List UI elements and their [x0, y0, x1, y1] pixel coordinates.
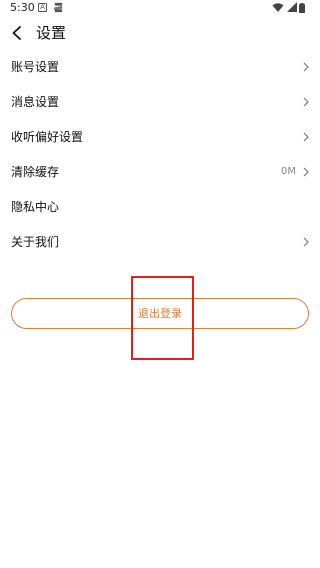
- chevron-right-icon: [303, 237, 309, 247]
- chevron-right-icon: [303, 167, 309, 177]
- logout-button[interactable]: 退出登录: [11, 298, 309, 329]
- chevron-right-icon: [303, 62, 309, 72]
- menu-item-label: 收听偏好设置: [11, 130, 84, 144]
- cache-size-value: 0M: [281, 166, 296, 177]
- wifi-icon: [272, 3, 284, 12]
- settings-menu: 账号设置 消息设置 收听偏好设置 清除缓存 0M 隐私中心 关于我们: [0, 50, 320, 260]
- menu-item-listening-preferences[interactable]: 收听偏好设置: [0, 120, 320, 155]
- menu-item-message-settings[interactable]: 消息设置: [0, 85, 320, 120]
- chevron-right-icon: [303, 132, 309, 142]
- signal-icon: [287, 2, 297, 12]
- menu-item-label: 账号设置: [11, 60, 60, 74]
- logout-label: 退出登录: [138, 307, 182, 320]
- chevron-right-icon: [303, 97, 309, 107]
- chevron-left-icon[interactable]: [10, 25, 24, 41]
- status-time: 5:30: [10, 1, 35, 14]
- stack-icon: [53, 2, 63, 13]
- menu-item-account-settings[interactable]: 账号设置: [0, 50, 320, 85]
- notification-a-icon: A: [38, 3, 47, 12]
- battery-icon: [299, 3, 305, 13]
- menu-item-label: 消息设置: [11, 95, 60, 109]
- menu-item-privacy-center[interactable]: 隐私中心: [0, 190, 320, 225]
- menu-item-about-us[interactable]: 关于我们: [0, 225, 320, 260]
- top-bar: 设置: [0, 16, 320, 50]
- menu-item-label: 清除缓存: [11, 165, 60, 179]
- menu-item-label: 隐私中心: [11, 200, 60, 214]
- page-title: 设置: [36, 24, 67, 42]
- status-bar: 5:30 A: [0, 0, 320, 16]
- menu-item-label: 关于我们: [11, 235, 60, 249]
- menu-item-clear-cache[interactable]: 清除缓存 0M: [0, 155, 320, 190]
